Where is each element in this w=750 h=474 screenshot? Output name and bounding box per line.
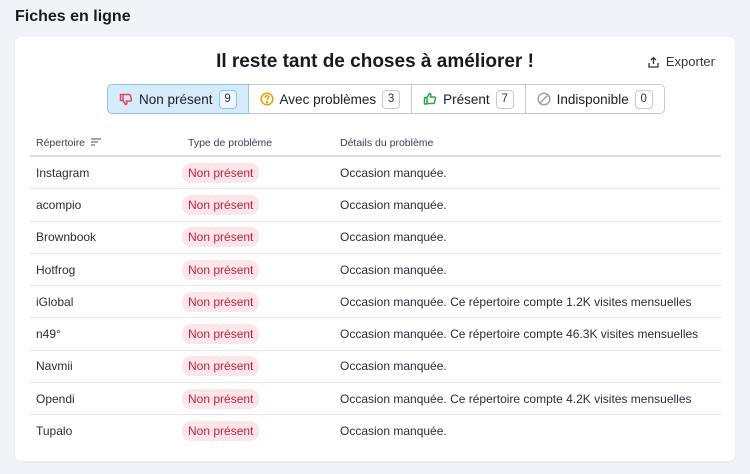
problem-details: Occasion manquée.: [340, 230, 447, 245]
status-badge: Non présent: [182, 421, 260, 442]
filter-tab-non-present[interactable]: Non présent 9: [107, 84, 249, 114]
problem-details: Occasion manquée. Ce répertoire compte 4…: [340, 327, 699, 342]
export-button[interactable]: Exporter: [648, 54, 715, 69]
disabled-circle-icon: [537, 92, 551, 106]
filter-count: 7: [495, 89, 514, 109]
page-title: Fiches en ligne: [15, 8, 131, 25]
table-header: Répertoire Type de problème Détails du p…: [30, 131, 721, 157]
filter-count: 9: [218, 89, 237, 109]
status-badge: Non présent: [182, 388, 260, 409]
directory-name: Navmii: [36, 359, 73, 374]
problem-details: Occasion manquée. Ce répertoire compte 1…: [340, 294, 692, 309]
table-row[interactable]: n49° Non présent Occasion manquée. Ce répe…: [30, 318, 721, 351]
column-header-type: Type de problème: [188, 137, 273, 149]
filter-tab-indisponible[interactable]: Indisponible 0: [524, 84, 665, 114]
filter-tab-avec-problemes[interactable]: Avec problèmes 3: [247, 84, 413, 114]
status-badge: Non présent: [182, 162, 260, 183]
directory-name: Instagram: [36, 165, 90, 180]
problem-details: Occasion manquée.: [340, 197, 447, 212]
filter-tabs: Non présent 9 Avec problèmes 3 Présent 7…: [107, 84, 665, 114]
table-body: Instagram Non présent Occasion manquée. aco…: [30, 157, 721, 447]
column-header-directory[interactable]: Répertoire: [30, 137, 188, 149]
problem-details: Occasion manquée.: [340, 262, 447, 277]
upload-icon: [648, 56, 659, 68]
filter-count: 3: [382, 89, 401, 109]
filter-label: Avec problèmes: [279, 91, 377, 107]
table-row[interactable]: Brownbook Non présent Occasion manquée.: [30, 222, 721, 254]
status-badge: Non présent: [182, 227, 260, 248]
table-row[interactable]: Hotfrog Non présent Occasion manquée.: [30, 254, 721, 287]
problem-details: Occasion manquée.: [340, 165, 447, 180]
listings-card: Il reste tant de choses à améliorer ! Ex…: [15, 37, 735, 461]
directory-name: Brownbook: [36, 230, 97, 245]
export-label: Exporter: [665, 54, 715, 69]
filter-label: Non présent: [139, 91, 213, 107]
directory-name: iGlobal: [36, 294, 74, 309]
sort-icon[interactable]: [91, 137, 102, 149]
card-headline: Il reste tant de choses à améliorer !: [216, 51, 534, 72]
filter-label: Indisponible: [556, 91, 629, 107]
directory-name: acompio: [36, 197, 82, 212]
table-row[interactable]: iGlobal Non présent Occasion manquée. Ce r…: [30, 286, 721, 319]
filter-tab-present[interactable]: Présent 7: [411, 84, 526, 114]
status-badge: Non présent: [182, 356, 260, 377]
directory-name: n49°: [36, 327, 61, 342]
column-header-details: Détails du problème: [340, 137, 434, 149]
directory-name: Opendi: [36, 391, 75, 406]
status-badge: Non présent: [182, 291, 260, 312]
table-row[interactable]: Opendi Non présent Occasion manquée. Ce ré…: [30, 383, 721, 416]
table-row[interactable]: acompio Non présent Occasion manquée.: [30, 189, 721, 222]
table-row[interactable]: Tupalo Non présent Occasion manquée.: [30, 415, 721, 446]
thumbs-up-icon: [423, 92, 437, 106]
listings-table: Répertoire Type de problème Détails du p…: [30, 131, 721, 447]
status-badge: Non présent: [182, 259, 260, 280]
table-row[interactable]: Instagram Non présent Occasion manquée.: [30, 157, 721, 190]
filter-count: 0: [634, 89, 653, 109]
status-badge: Non présent: [182, 324, 260, 345]
problem-details: Occasion manquée. Ce répertoire compte 4…: [340, 391, 692, 406]
directory-name: Hotfrog: [36, 262, 76, 277]
problem-details: Occasion manquée.: [340, 424, 447, 439]
table-row[interactable]: Navmii Non présent Occasion manquée.: [30, 351, 721, 384]
thumbs-down-icon: [119, 92, 133, 106]
filter-label: Présent: [443, 91, 490, 107]
problem-details: Occasion manquée.: [340, 359, 447, 374]
directory-name: Tupalo: [36, 424, 73, 439]
question-circle-icon: [259, 92, 274, 106]
status-badge: Non présent: [182, 194, 260, 215]
